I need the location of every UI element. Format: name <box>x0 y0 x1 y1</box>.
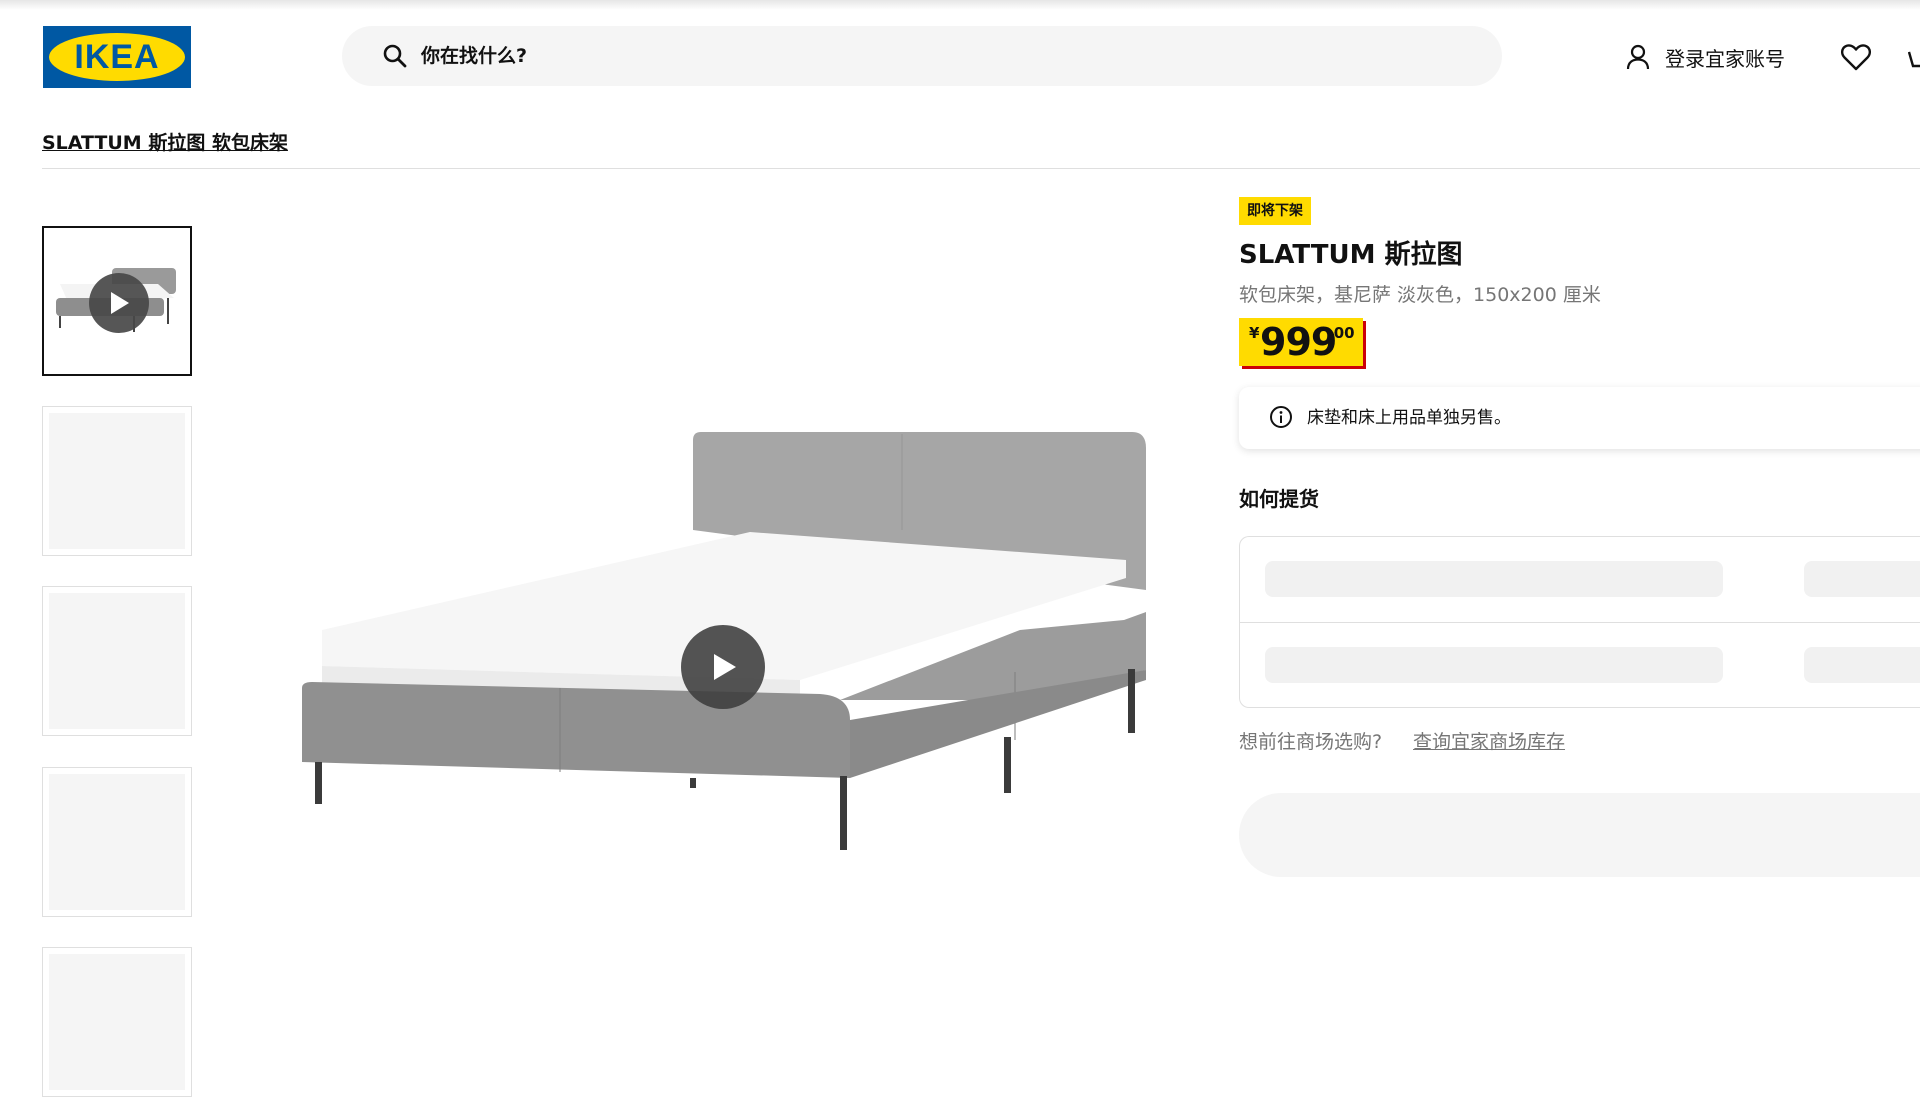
skeleton-line <box>1265 561 1723 597</box>
product-title: SLATTUM 斯拉图 <box>1239 240 1463 270</box>
cart-icon[interactable] <box>1908 46 1920 72</box>
price-tag: ¥ 999 .00 <box>1239 318 1363 366</box>
add-to-cart-button-placeholder[interactable] <box>1239 793 1920 877</box>
breadcrumb[interactable]: SLATTUM 斯拉图 软包床架 <box>42 128 288 155</box>
store-stock-link[interactable]: 查询宜家商场库存 <box>1413 727 1565 754</box>
play-icon <box>714 654 736 680</box>
info-notice: 床垫和床上用品单独另售。 <box>1239 387 1920 449</box>
search-icon <box>383 44 407 68</box>
search-input[interactable]: 你在找什么? <box>421 26 527 86</box>
search-bar[interactable]: 你在找什么? <box>342 26 1502 86</box>
price-currency: ¥ <box>1249 324 1260 342</box>
skeleton-line <box>1804 647 1920 683</box>
product-description: 软包床架，基尼萨 淡灰色，150x200 厘米 <box>1239 284 1601 306</box>
breadcrumb-divider <box>42 168 1920 169</box>
delivery-divider <box>1240 622 1920 623</box>
thumbnail-image[interactable] <box>42 767 192 917</box>
ikea-logo[interactable]: IKEA <box>43 26 191 88</box>
thumbnail-image[interactable] <box>42 586 192 736</box>
delivery-options <box>1239 536 1920 708</box>
store-question: 想前往商场选购? <box>1239 731 1383 753</box>
account-label: 登录宜家账号 <box>1665 46 1785 71</box>
user-icon <box>1626 44 1650 70</box>
logo-text: IKEA <box>74 38 160 76</box>
status-badge: 即将下架 <box>1239 197 1311 225</box>
thumbnail-video[interactable] <box>42 226 192 376</box>
thumbnail-placeholder <box>49 774 185 910</box>
skeleton-line <box>1804 561 1920 597</box>
delivery-heading: 如何提货 <box>1239 487 1319 511</box>
price-integer: 999 <box>1260 320 1337 364</box>
thumbnail-placeholder <box>49 413 185 549</box>
thumbnail-placeholder <box>49 593 185 729</box>
notice-text: 床垫和床上用品单独另售。 <box>1307 408 1511 428</box>
play-icon <box>111 292 129 314</box>
account-link[interactable]: 登录宜家账号 <box>1623 40 1785 74</box>
thumbnail-image[interactable] <box>42 947 192 1097</box>
heart-icon[interactable] <box>1840 42 1872 72</box>
thumbnail-placeholder <box>49 954 185 1090</box>
site-header: IKEA 你在找什么? 登录宜家账号 <box>0 0 1920 112</box>
skeleton-line <box>1265 647 1723 683</box>
thumbnail-image[interactable] <box>42 406 192 556</box>
video-play-button[interactable] <box>681 625 765 709</box>
price-decimal: .00 <box>1328 324 1355 342</box>
thumbnail-play-button <box>89 273 149 333</box>
info-icon <box>1270 406 1292 428</box>
